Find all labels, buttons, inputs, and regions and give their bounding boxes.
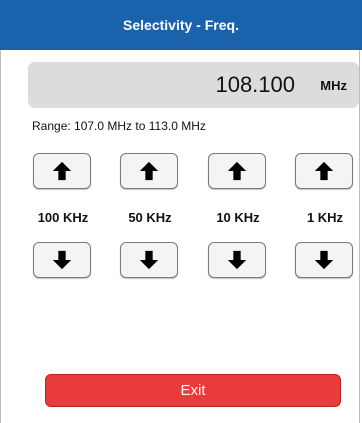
exit-button-label: Exit xyxy=(180,382,206,399)
arrow-down-icon xyxy=(314,250,334,270)
decrease-1khz-button[interactable] xyxy=(295,242,353,278)
decrease-10khz-button[interactable] xyxy=(208,242,266,278)
frequency-value: 108.100 xyxy=(215,72,295,97)
step-label: 10 KHz xyxy=(216,210,260,225)
increase-1khz-button[interactable] xyxy=(295,153,353,189)
exit-button[interactable]: Exit xyxy=(45,374,341,407)
step-label: 50 KHz xyxy=(128,210,172,225)
increase-10khz-button[interactable] xyxy=(208,153,266,189)
frequency-display: 108.100 MHz xyxy=(28,62,359,108)
arrow-up-icon xyxy=(139,161,159,181)
window-title: Selectivity - Freq. xyxy=(123,17,239,33)
increase-100khz-button[interactable] xyxy=(33,153,91,189)
frequency-unit: MHz xyxy=(320,78,347,93)
title-bar: Selectivity - Freq. xyxy=(0,0,362,50)
arrow-down-icon xyxy=(52,250,72,270)
increase-50khz-button[interactable] xyxy=(120,153,178,189)
arrow-down-icon xyxy=(139,250,159,270)
arrow-up-icon xyxy=(314,161,334,181)
step-label: 100 KHz xyxy=(37,210,89,225)
step-label: 1 KHz xyxy=(306,210,344,225)
arrow-up-icon xyxy=(52,161,72,181)
decrease-100khz-button[interactable] xyxy=(33,242,91,278)
range-text: Range: 107.0 MHz to 113.0 MHz xyxy=(32,119,206,133)
arrow-up-icon xyxy=(227,161,247,181)
decrease-50khz-button[interactable] xyxy=(120,242,178,278)
arrow-down-icon xyxy=(227,250,247,270)
